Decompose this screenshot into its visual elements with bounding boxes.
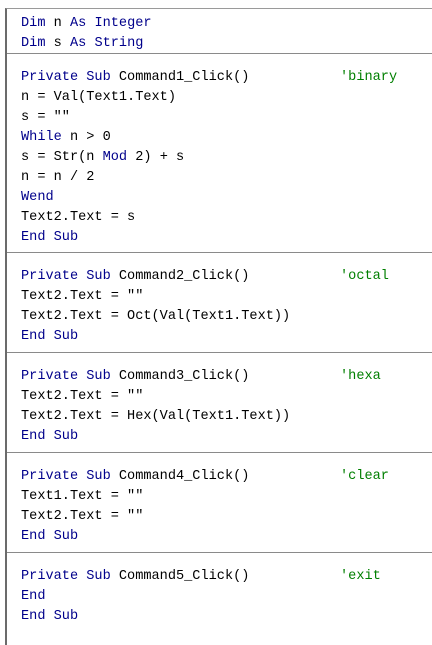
keyword: Private Sub: [21, 269, 111, 284]
code-line[interactable]: Text2.Text = "": [21, 387, 432, 407]
code-line-sub-header[interactable]: Private Sub Command2_Click() 'octal: [21, 267, 432, 287]
code-line-sub-header[interactable]: Private Sub Command1_Click() 'binary: [21, 68, 432, 88]
keyword: Private Sub: [21, 70, 111, 85]
code-line[interactable]: s = "": [21, 108, 432, 128]
code-comment: 'exit: [340, 569, 381, 584]
procedure-command4: Private Sub Command4_Click() 'clear Text1…: [7, 453, 432, 553]
identifier: n: [45, 16, 70, 31]
code-line-dim-s[interactable]: Dim s As String: [21, 34, 432, 54]
code-line[interactable]: Text2.Text = s: [21, 208, 432, 228]
procedure-name: Command3_Click(): [110, 369, 250, 384]
code-line-dim-n[interactable]: Dim n As Integer: [21, 14, 432, 34]
keyword: Dim: [21, 16, 46, 31]
code-line-end-sub[interactable]: End Sub: [21, 527, 432, 547]
code-comment: 'hexa: [340, 369, 381, 384]
code-text: 2) + s: [127, 150, 185, 165]
code-line-end-sub[interactable]: End Sub: [21, 327, 432, 347]
keyword: While: [21, 130, 62, 145]
procedure-name: Command5_Click(): [110, 569, 250, 584]
keyword: As String: [69, 36, 144, 51]
keyword: Private Sub: [21, 369, 111, 384]
code-line-wend[interactable]: Wend: [21, 188, 432, 208]
procedure-command2: Private Sub Command2_Click() 'octal Text2…: [7, 253, 432, 353]
code-line[interactable]: Text2.Text = "": [21, 507, 432, 527]
code-comment: 'binary: [340, 70, 398, 85]
code-line-sub-header[interactable]: Private Sub Command5_Click() 'exit: [21, 567, 432, 587]
code-line[interactable]: Text2.Text = Hex(Val(Text1.Text)): [21, 407, 432, 427]
procedure-command3: Private Sub Command3_Click() 'hexa Text2.…: [7, 353, 432, 453]
code-line[interactable]: Text2.Text = "": [21, 287, 432, 307]
keyword: Private Sub: [21, 469, 111, 484]
procedure-name: Command2_Click(): [110, 269, 250, 284]
procedure-command5: Private Sub Command5_Click() 'exit End En…: [7, 553, 432, 643]
code-line-sub-header[interactable]: Private Sub Command4_Click() 'clear: [21, 467, 432, 487]
code-line-mod[interactable]: s = Str(n Mod 2) + s: [21, 148, 432, 168]
code-line[interactable]: Text2.Text = Oct(Val(Text1.Text)): [21, 307, 432, 327]
code-text: s = Str(n: [21, 150, 103, 165]
code-line-end[interactable]: End: [21, 587, 432, 607]
code-line[interactable]: n = n / 2: [21, 168, 432, 188]
keyword: As Integer: [69, 16, 152, 31]
code-line-end-sub[interactable]: End Sub: [21, 228, 432, 248]
code-editor[interactable]: Dim n As Integer Dim s As String Private…: [5, 8, 432, 645]
keyword: Mod: [102, 150, 128, 165]
identifier: s: [45, 36, 70, 51]
code-line[interactable]: Text1.Text = "": [21, 487, 432, 507]
code-text: n > 0: [61, 130, 111, 145]
code-line-end-sub[interactable]: End Sub: [21, 607, 432, 627]
code-comment: 'clear: [340, 469, 389, 484]
code-line-end-sub[interactable]: End Sub: [21, 427, 432, 447]
code-line[interactable]: n = Val(Text1.Text): [21, 88, 432, 108]
code-line-sub-header[interactable]: Private Sub Command3_Click() 'hexa: [21, 367, 432, 387]
procedure-name: Command4_Click(): [110, 469, 250, 484]
keyword: Dim: [21, 36, 46, 51]
code-comment: 'octal: [340, 269, 389, 284]
procedure-name: Command1_Click(): [110, 70, 250, 85]
code-line-while[interactable]: While n > 0: [21, 128, 432, 148]
keyword: Private Sub: [21, 569, 111, 584]
declarations-section: Dim n As Integer Dim s As String: [7, 9, 432, 54]
procedure-command1: Private Sub Command1_Click() 'binary n = …: [7, 54, 432, 253]
